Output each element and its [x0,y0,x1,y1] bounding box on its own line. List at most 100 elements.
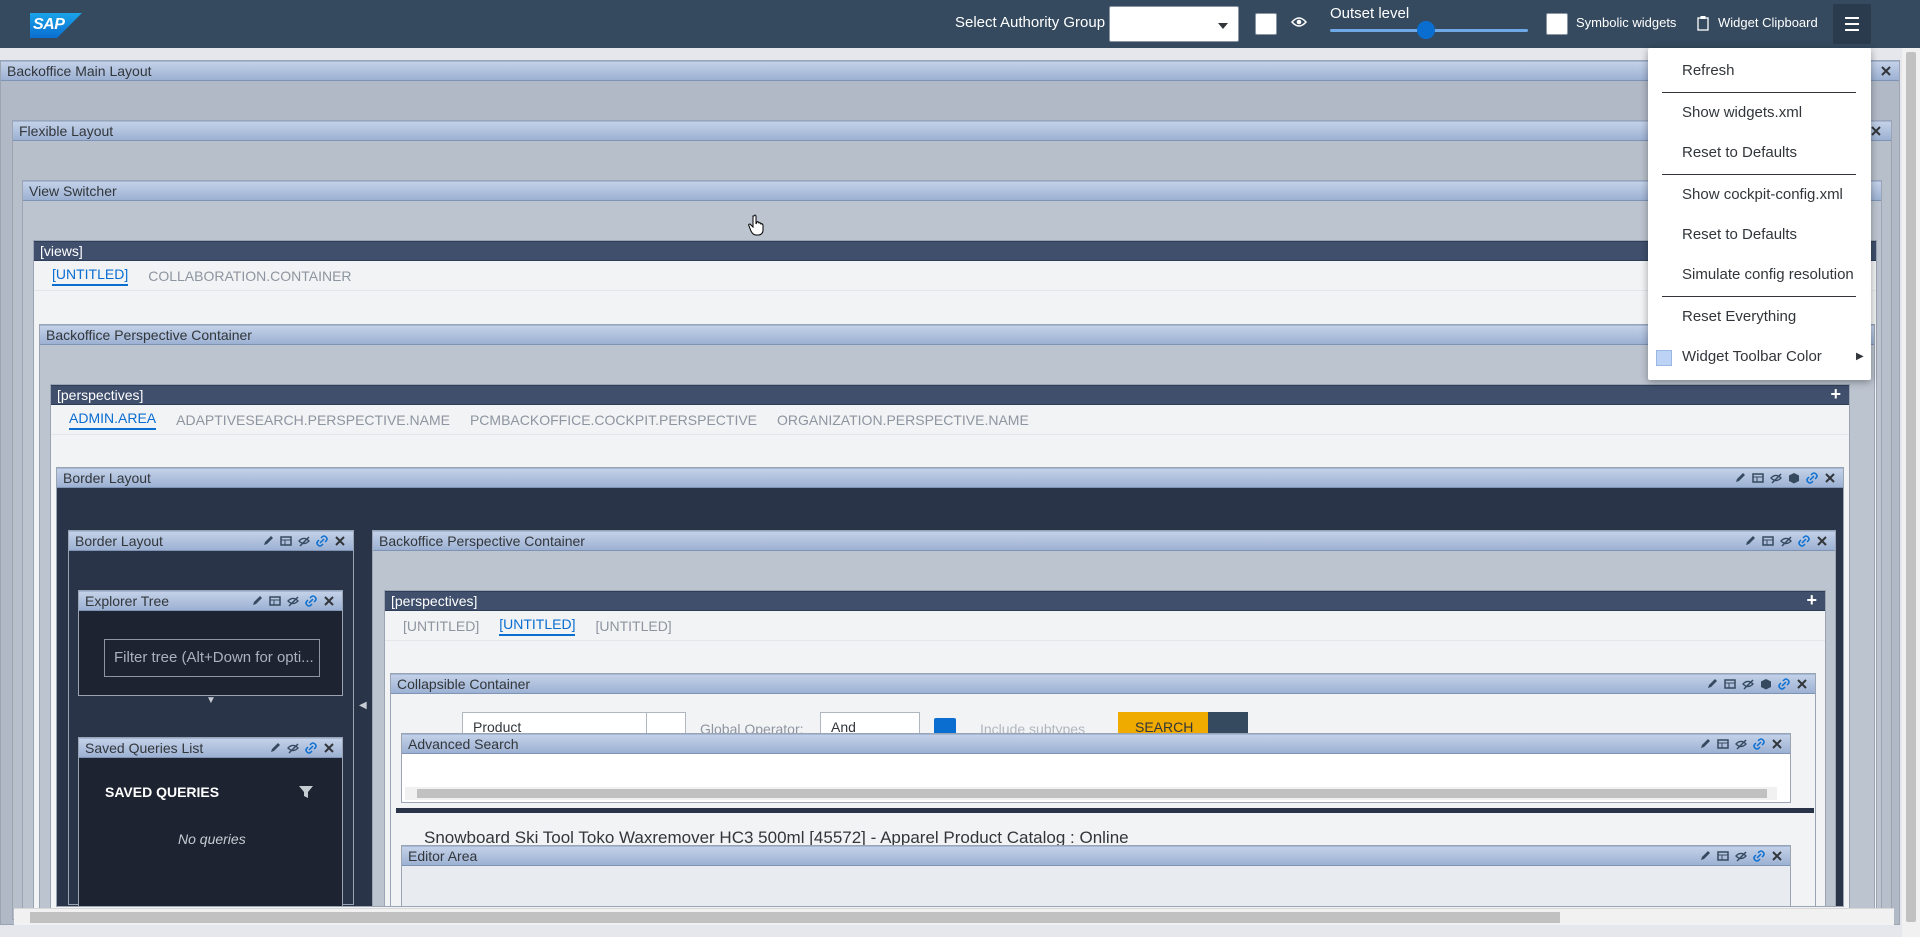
editor-object-title: Snowboard Ski Tool Toko Waxremover HC3 5… [424,828,1129,846]
close-icon[interactable] [1815,534,1829,548]
close-icon[interactable] [1795,677,1809,691]
edit-icon[interactable] [1743,534,1757,548]
hand-cursor-icon [748,214,766,240]
include-subtypes-checkbox[interactable] [934,718,956,734]
tab-collaboration-container[interactable]: COLLABORATION.CONTAINER [148,268,351,284]
vertical-scrollbar-thumb[interactable] [1906,52,1916,922]
menu-item-refresh[interactable]: Refresh [1682,62,1735,79]
symbolic-widgets-checkbox[interactable] [1546,13,1568,35]
close-icon[interactable] [1880,64,1892,76]
advanced-search-scrollbar[interactable] [405,787,1777,800]
menu-item-reset-defaults-2[interactable]: Reset to Defaults [1682,226,1797,243]
scrollbar-thumb[interactable] [30,912,1560,923]
hide-icon[interactable] [1769,471,1783,485]
menu-item-show-widgets-xml[interactable]: Show widgets.xml [1682,104,1802,121]
add-icon[interactable]: + [1806,591,1817,610]
authority-group-select[interactable] [1109,6,1239,42]
layout-icon[interactable] [1723,677,1737,691]
widget-clipboard-button[interactable]: Widget Clipboard [1718,15,1818,30]
layout-icon[interactable] [268,594,282,608]
tab-admin-area[interactable]: ADMIN.AREA [69,410,157,430]
cube-icon[interactable] [1759,677,1773,691]
menu-item-show-cockpit-config[interactable]: Show cockpit-config.xml [1682,186,1843,203]
menu-item-reset-defaults[interactable]: Reset to Defaults [1682,144,1797,161]
add-icon[interactable]: + [1830,385,1841,404]
filter-tree-input[interactable]: Filter tree (Alt+Down for opti... [104,639,320,677]
edit-icon[interactable] [261,534,275,548]
saved-queries-header: Saved Queries List [79,738,342,758]
eye-icon[interactable] [1291,16,1307,28]
logo-text: SAP [33,16,65,33]
hide-icon[interactable] [286,594,300,608]
toggle-checkbox[interactable] [1255,13,1277,35]
chevron-down-icon[interactable]: ▼ [206,695,216,706]
collapsible-container-header: Collapsible Container [391,674,1815,694]
layout-icon[interactable] [279,534,293,548]
filter-icon[interactable] [298,784,314,804]
link-icon[interactable] [304,741,318,755]
layout-icon[interactable] [1761,534,1775,548]
close-icon[interactable] [1770,737,1784,751]
perspective-container-header: Backoffice Perspective Container [40,325,1874,345]
explorer-tree-header: Explorer Tree [79,591,342,611]
close-icon[interactable] [1770,849,1784,863]
link-icon[interactable] [1797,534,1811,548]
tab-adaptivesearch[interactable]: ADAPTIVESEARCH.PERSPECTIVE.NAME [176,412,450,428]
tab-untitled-1[interactable]: [UNTITLED] [403,618,479,634]
close-icon[interactable] [1870,124,1882,136]
hide-icon[interactable] [1779,534,1793,548]
tab-untitled-2[interactable]: [UNTITLED] [499,616,576,636]
type-input[interactable]: Product [462,712,647,734]
collapse-left-icon[interactable]: ◀ [359,700,367,711]
edit-icon[interactable] [1698,737,1712,751]
search-icon[interactable] [646,712,686,734]
symbolic-widgets-label: Symbolic widgets [1576,15,1677,30]
cube-icon[interactable] [1787,471,1801,485]
edit-icon[interactable] [268,741,282,755]
frame-title: Collapsible Container [397,676,531,692]
link-icon[interactable] [1805,471,1819,485]
hide-icon[interactable] [297,534,311,548]
link-icon[interactable] [304,594,318,608]
layout-icon[interactable] [1751,471,1765,485]
frame-title: Editor Area [408,848,478,864]
sap-logo: SAP [30,13,82,38]
hide-icon[interactable] [1741,677,1755,691]
menu-item-toolbar-color[interactable]: Widget Toolbar Color [1682,348,1822,365]
edit-icon[interactable] [1733,471,1747,485]
no-queries-text: No queries [178,831,246,847]
search-button[interactable]: SEARCH [1118,712,1208,734]
edit-icon[interactable] [1705,677,1719,691]
close-icon[interactable] [333,534,347,548]
link-icon[interactable] [315,534,329,548]
advanced-search-header: Advanced Search [402,734,1790,754]
slider-handle[interactable] [1417,21,1435,39]
close-icon[interactable] [322,594,336,608]
edit-icon[interactable] [250,594,264,608]
edit-icon[interactable] [1698,849,1712,863]
layout-icon[interactable] [1716,849,1730,863]
menu-item-reset-everything[interactable]: Reset Everything [1682,308,1796,325]
layout-icon[interactable] [1716,737,1730,751]
hamburger-menu-button[interactable] [1833,4,1871,44]
tab-untitled-3[interactable]: [UNTITLED] [595,618,671,634]
hide-icon[interactable] [1734,737,1748,751]
menu-item-simulate-config[interactable]: Simulate config resolution [1682,266,1854,283]
hide-icon[interactable] [1734,849,1748,863]
clipboard-icon[interactable] [1697,15,1709,31]
save-query-button[interactable] [1208,712,1248,734]
close-icon[interactable] [322,741,336,755]
frame-title: Backoffice Perspective Container [46,327,252,343]
link-icon[interactable] [1752,849,1766,863]
tab-organization[interactable]: ORGANIZATION.PERSPECTIVE.NAME [777,412,1029,428]
link-icon[interactable] [1777,677,1791,691]
horizontal-scrollbar[interactable] [14,908,1894,925]
link-icon[interactable] [1752,737,1766,751]
tab-pcmbackoffice[interactable]: PCMBACKOFFICE.COCKPIT.PERSPECTIVE [470,412,757,428]
frame-toolbar [268,741,336,755]
operator-select[interactable]: And [820,712,920,734]
tab-untitled[interactable]: [UNTITLED] [52,266,129,286]
hide-icon[interactable] [286,741,300,755]
close-icon[interactable] [1823,471,1837,485]
border-layout-header: Border Layout [57,468,1843,488]
